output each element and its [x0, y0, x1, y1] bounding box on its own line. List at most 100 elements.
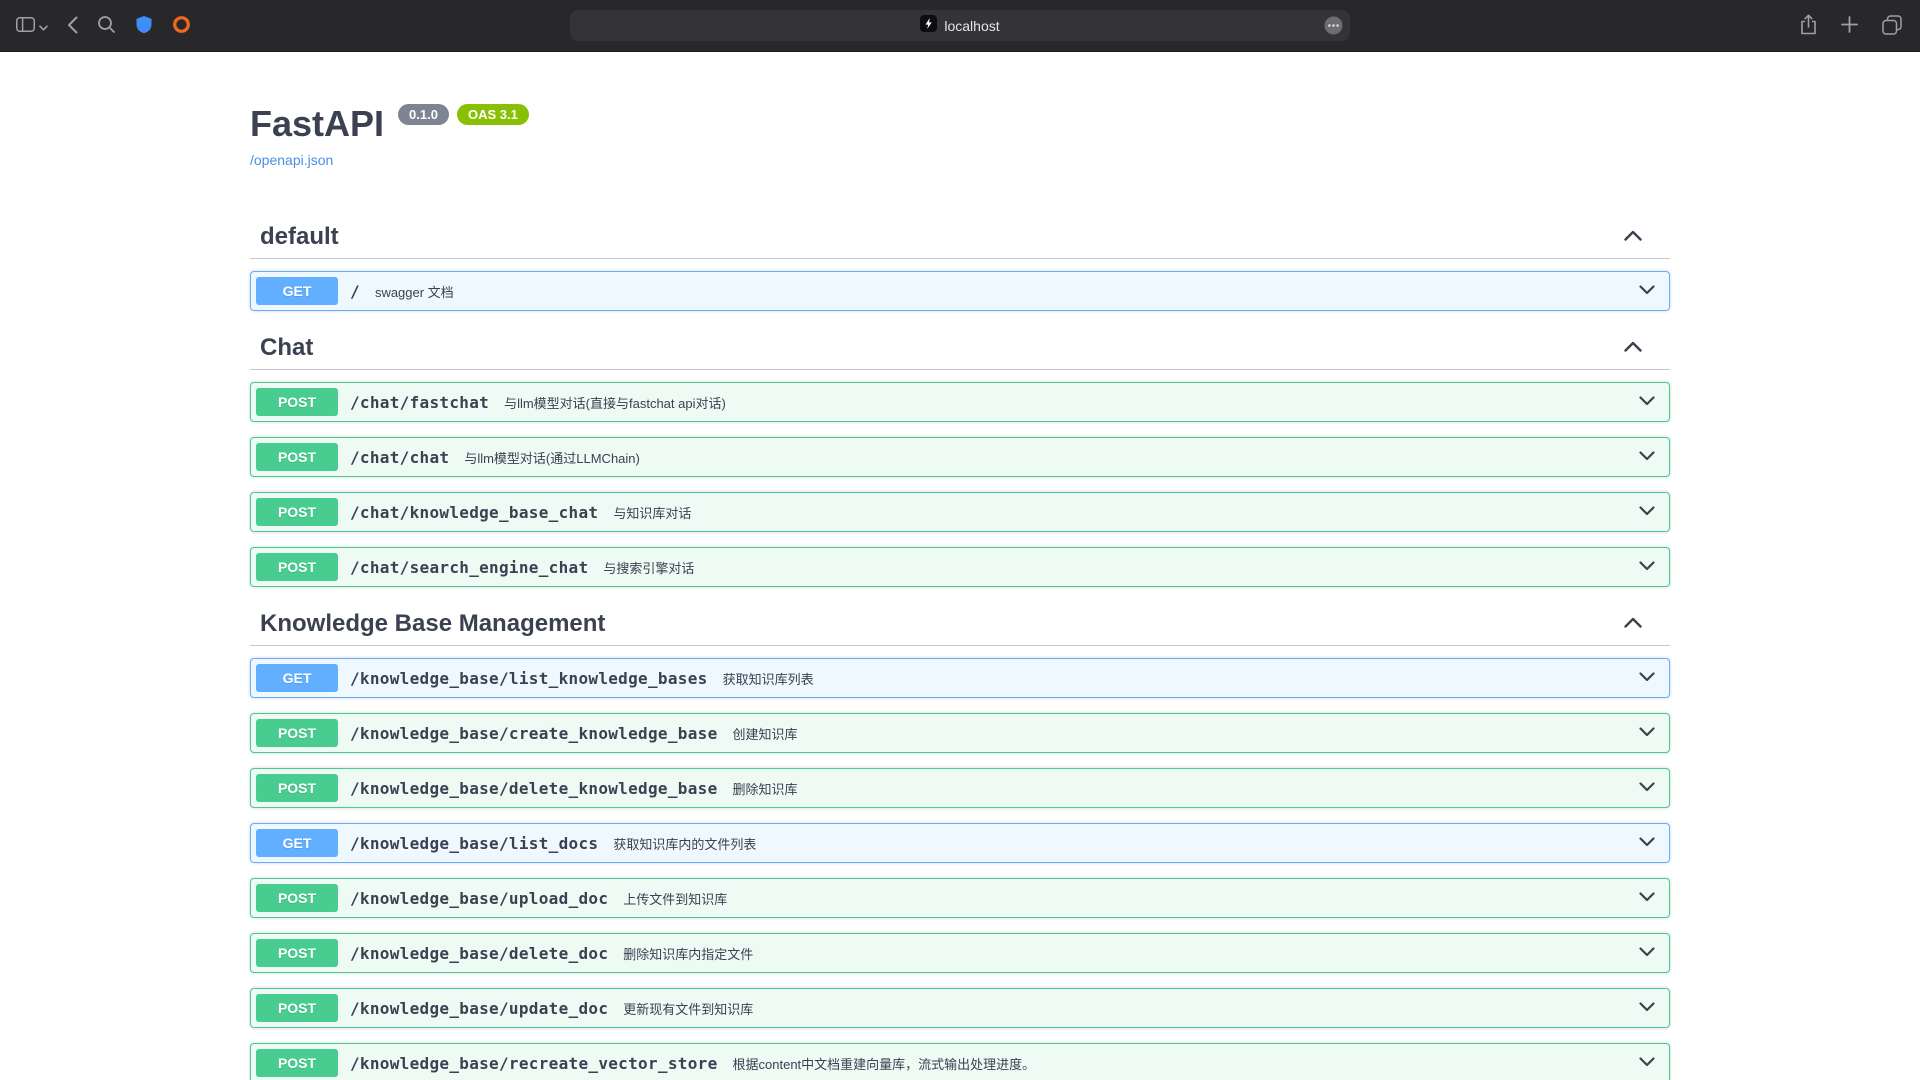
chevron-down-icon — [1639, 558, 1655, 576]
version-badge: 0.1.0 — [398, 104, 449, 125]
chevron-down-icon — [1639, 393, 1655, 411]
chevron-down-icon — [1639, 944, 1655, 962]
new-tab-button[interactable] — [1841, 16, 1858, 36]
tag-section-default: default GET/swagger 文档 — [250, 215, 1670, 311]
method-badge: POST — [256, 388, 338, 416]
endpoint-path: /knowledge_base/delete_doc — [350, 944, 608, 963]
opblock-post-chat-search-engine-chat[interactable]: POST/chat/search_engine_chat与搜索引擎对话 — [250, 547, 1670, 587]
sidebar-toggle-button[interactable] — [16, 17, 48, 35]
collapse-section-button[interactable] — [1624, 615, 1642, 633]
expand-operation-button[interactable] — [1639, 999, 1655, 1017]
collapse-section-button[interactable] — [1624, 339, 1642, 357]
tab-overview-button[interactable] — [1882, 15, 1902, 38]
chevron-down-icon — [1639, 999, 1655, 1017]
expand-operation-button[interactable] — [1639, 724, 1655, 742]
expand-operation-button[interactable] — [1639, 448, 1655, 466]
tag-header-knowledge-base-management[interactable]: Knowledge Base Management — [250, 602, 1670, 646]
expand-operation-button[interactable] — [1639, 558, 1655, 576]
opblock-post-knowledge-base-update-doc[interactable]: POST/knowledge_base/update_doc更新现有文件到知识库 — [250, 988, 1670, 1028]
oas-badge: OAS 3.1 — [457, 104, 529, 125]
search-button[interactable] — [97, 15, 116, 37]
endpoint-path: /knowledge_base/create_knowledge_base — [350, 724, 718, 743]
endpoint-summary: 删除知识库 — [733, 779, 1639, 798]
tag-section-knowledge-base-management: Knowledge Base Management GET/knowledge_b… — [250, 602, 1670, 1080]
endpoint-path: /knowledge_base/delete_knowledge_base — [350, 779, 718, 798]
title-badges: 0.1.0 OAS 3.1 — [398, 104, 529, 125]
opblock-post-knowledge-base-recreate-vector-store[interactable]: POST/knowledge_base/recreate_vector_stor… — [250, 1043, 1670, 1080]
tag-header-default[interactable]: default — [250, 215, 1670, 259]
chevron-down-icon — [1639, 503, 1655, 521]
endpoint-path: /knowledge_base/list_docs — [350, 834, 598, 853]
endpoint-summary: 上传文件到知识库 — [623, 889, 1639, 908]
extension-blue-button[interactable] — [135, 15, 153, 37]
endpoint-summary: 删除知识库内指定文件 — [623, 944, 1639, 963]
search-icon — [97, 15, 116, 37]
tag-name: default — [260, 223, 1624, 250]
toolbar-right-group — [1800, 0, 1902, 52]
browser-toolbar: localhost — [0, 0, 1920, 52]
collapse-section-button[interactable] — [1624, 228, 1642, 246]
endpoint-path: /chat/knowledge_base_chat — [350, 503, 598, 522]
endpoint-path: /knowledge_base/update_doc — [350, 999, 608, 1018]
endpoint-path: /knowledge_base/upload_doc — [350, 889, 608, 908]
chevron-down-icon — [1639, 448, 1655, 466]
api-title-text: FastAPI — [250, 104, 384, 144]
swagger-container: FastAPI 0.1.0 OAS 3.1 /openapi.json defa… — [250, 52, 1670, 1080]
site-favicon-icon — [920, 15, 937, 37]
method-badge: GET — [256, 664, 338, 692]
chevron-up-icon — [1624, 615, 1642, 633]
toolbar-left-group — [16, 0, 191, 52]
extension-orange-button[interactable] — [172, 15, 191, 37]
tag-section-chat: Chat POST/chat/fastchat与llm模型对话(直接与fastch… — [250, 326, 1670, 587]
endpoint-path: /chat/chat — [350, 448, 449, 467]
endpoint-path: /knowledge_base/list_knowledge_bases — [350, 669, 708, 688]
endpoint-summary: 根据content中文档重建向量库，流式输出处理进度。 — [733, 1054, 1639, 1073]
opblock-get-knowledge-base-list-docs[interactable]: GET/knowledge_base/list_docs获取知识库内的文件列表 — [250, 823, 1670, 863]
method-badge: POST — [256, 443, 338, 471]
chevron-down-icon — [1639, 834, 1655, 852]
openapi-spec-link[interactable]: /openapi.json — [250, 152, 333, 169]
api-info-block: FastAPI 0.1.0 OAS 3.1 /openapi.json — [250, 104, 1670, 170]
expand-operation-button[interactable] — [1639, 503, 1655, 521]
expand-operation-button[interactable] — [1639, 779, 1655, 797]
endpoint-summary: 创建知识库 — [733, 724, 1639, 743]
operations-sections: default GET/swagger 文档 Chat POST/chat/fastc… — [250, 215, 1670, 1080]
share-button[interactable] — [1800, 14, 1817, 38]
opblock-post-chat-knowledge-base-chat[interactable]: POST/chat/knowledge_base_chat与知识库对话 — [250, 492, 1670, 532]
ring-extension-icon — [172, 15, 191, 37]
expand-operation-button[interactable] — [1639, 1054, 1655, 1072]
opblock-post-chat-fastchat[interactable]: POST/chat/fastchat与llm模型对话(直接与fastchat a… — [250, 382, 1670, 422]
chevron-down-icon — [1639, 889, 1655, 907]
endpoint-summary: 与llm模型对话(直接与fastchat api对话) — [504, 393, 1639, 412]
method-badge: POST — [256, 719, 338, 747]
chevron-down-icon — [1639, 724, 1655, 742]
endpoint-path: /chat/search_engine_chat — [350, 558, 588, 577]
expand-operation-button[interactable] — [1639, 834, 1655, 852]
chevron-left-icon — [67, 16, 78, 37]
method-badge: POST — [256, 884, 338, 912]
opblock-get-[interactable]: GET/swagger 文档 — [250, 271, 1670, 311]
extensions-ellipsis-icon[interactable] — [1324, 16, 1343, 40]
opblock-get-knowledge-base-list-knowledge-bases[interactable]: GET/knowledge_base/list_knowledge_bases获… — [250, 658, 1670, 698]
opblock-post-knowledge-base-create-knowledge-base[interactable]: POST/knowledge_base/create_knowledge_bas… — [250, 713, 1670, 753]
opblock-post-knowledge-base-upload-doc[interactable]: POST/knowledge_base/upload_doc 上传文件到知识库 — [250, 878, 1670, 918]
tag-name: Chat — [260, 334, 1624, 361]
address-bar[interactable]: localhost — [570, 10, 1350, 41]
chevron-down-icon — [1639, 779, 1655, 797]
opblock-post-knowledge-base-delete-doc[interactable]: POST/knowledge_base/delete_doc删除知识库内指定文件 — [250, 933, 1670, 973]
opblock-post-knowledge-base-delete-knowledge-base[interactable]: POST/knowledge_base/delete_knowledge_bas… — [250, 768, 1670, 808]
opblock-post-chat-chat[interactable]: POST/chat/chat与llm模型对话(通过LLMChain) — [250, 437, 1670, 477]
share-icon — [1800, 14, 1817, 38]
expand-operation-button[interactable] — [1639, 889, 1655, 907]
tag-name: Knowledge Base Management — [260, 610, 1624, 637]
expand-operation-button[interactable] — [1639, 282, 1655, 300]
expand-operation-button[interactable] — [1639, 669, 1655, 687]
chevron-down-icon — [1639, 1054, 1655, 1072]
back-button[interactable] — [67, 16, 78, 37]
method-badge: GET — [256, 829, 338, 857]
expand-operation-button[interactable] — [1639, 393, 1655, 411]
expand-operation-button[interactable] — [1639, 944, 1655, 962]
plus-icon — [1841, 16, 1858, 36]
tag-header-chat[interactable]: Chat — [250, 326, 1670, 370]
endpoint-path: /knowledge_base/recreate_vector_store — [350, 1054, 718, 1073]
